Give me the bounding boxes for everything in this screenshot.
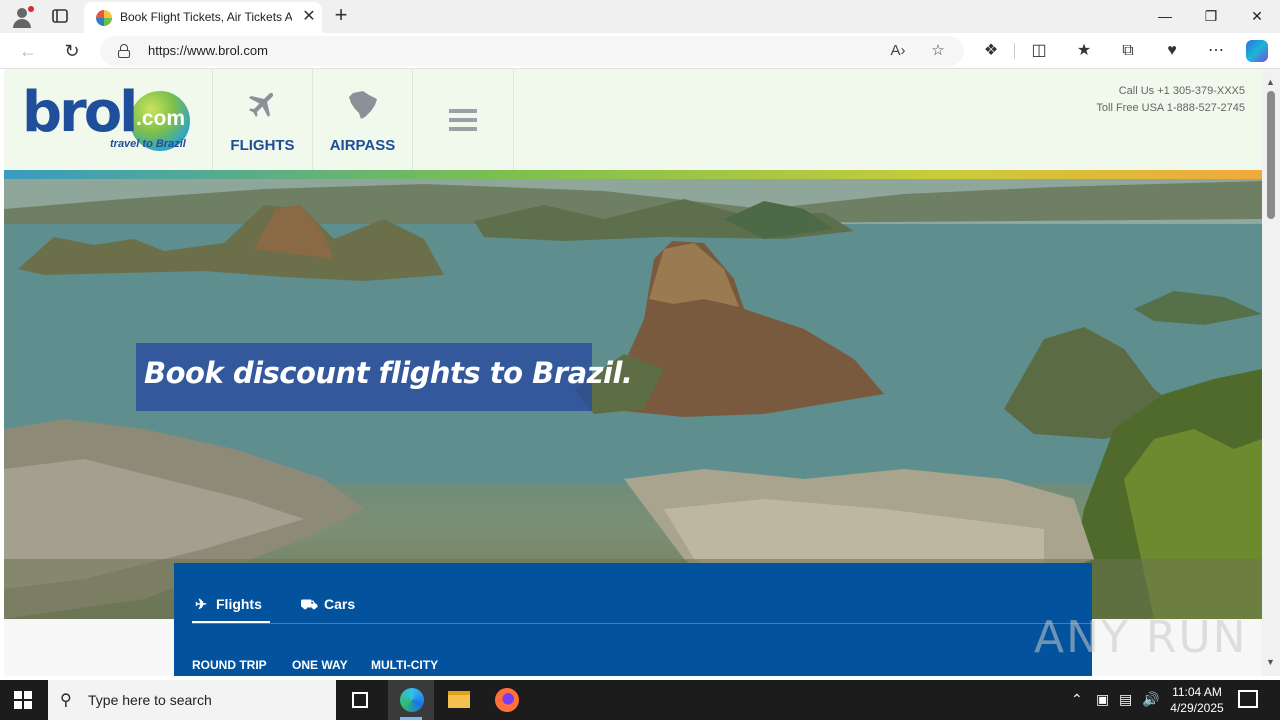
network-icon[interactable]: ▤ [1119,691,1132,708]
trip-multi-city[interactable]: MULTI-CITY [371,658,438,672]
browser-essentials-icon[interactable]: ♥ [1161,40,1183,62]
hero-headline-box: Book discount flights to Brazil. [136,343,633,411]
scrollbar-thumb[interactable] [1267,91,1275,219]
hero-headline: Book discount flights to Brazil. [144,356,633,390]
copilot-icon[interactable] [1246,40,1268,62]
browser-tab-bar: Book Flight Tickets, Air Tickets Ai ✕ + … [0,0,1280,33]
task-view-icon [352,692,368,708]
browser-toolbar: ← ↻ https://www.brol.com A› ☆ ❖ ◫ ★ ⧉ ♥ … [0,33,1280,69]
taskbar-search-placeholder: Type here to search [88,692,212,708]
car-icon: ⛟ [300,596,318,612]
taskbar-file-explorer[interactable] [436,680,482,720]
airplane-icon: ✈ [195,596,207,612]
lock-icon[interactable] [118,44,130,58]
volume-icon[interactable]: 🔊 [1142,691,1159,708]
trip-one-way[interactable]: ONE WAY [292,658,348,672]
taskbar-clock[interactable]: 11:04 AM 4/29/2025 [1160,684,1234,716]
window-minimize-button[interactable]: — [1150,4,1180,28]
tab-flights-label: Flights [216,596,262,612]
favorite-star-icon[interactable]: ☆ [928,41,948,61]
nav-airpass[interactable]: AIRPASS [312,69,412,170]
file-explorer-icon [448,691,470,708]
firefox-icon [495,688,519,712]
browser-tab-active[interactable]: Book Flight Tickets, Air Tickets Ai ✕ [84,2,322,33]
anyrun-watermark: ANY RUN [1034,612,1248,663]
tab-actions-icon[interactable] [50,6,70,26]
page-scrollbar[interactable]: ▲ ▼ [1262,69,1280,676]
tab-title: Book Flight Tickets, Air Tickets Ai [120,10,292,24]
brazil-map-icon [313,87,412,132]
tab-cars[interactable]: ⛟ Cars [300,591,370,623]
web-page-viewport: brol .com travel to Brazil FLIGHTS AIRPA… [4,69,1262,676]
edge-browser-icon [400,688,424,712]
collections-icon[interactable]: ⧉ [1117,40,1139,62]
extensions-icon[interactable]: ❖ [980,40,1002,62]
scroll-down-arrow-icon[interactable]: ▼ [1266,657,1275,667]
windows-taskbar: ⚲ Type here to search ⌃ ▣ ▤ 🔊 11:04 AM 4… [0,680,1280,720]
taskbar-edge[interactable] [388,680,434,720]
search-icon: ⚲ [60,692,72,709]
notification-center-icon[interactable] [1238,690,1258,708]
back-arrow-icon[interactable]: ← [17,40,39,62]
nav-airpass-label: AIRPASS [329,137,396,154]
logo-tagline: travel to Brazil [110,138,186,150]
profile-avatar-icon[interactable] [10,5,34,29]
favorites-icon[interactable]: ★ [1073,40,1095,62]
show-hidden-icons-chevron-icon[interactable]: ⌃ [1071,691,1083,708]
site-favicon-icon [96,10,112,26]
tab-close-icon[interactable]: ✕ [300,8,318,26]
nav-menu[interactable] [412,69,514,170]
airplane-icon [213,87,312,130]
toolbar-divider [1014,43,1015,59]
taskbar-search-box[interactable]: ⚲ Type here to search [48,680,336,720]
url-text[interactable]: https://www.brol.com [148,43,268,58]
site-header: brol .com travel to Brazil FLIGHTS AIRPA… [4,69,1262,170]
tab-cars-label: Cars [324,596,356,612]
trip-round-trip[interactable]: ROUND TRIP [192,658,267,672]
window-restore-button[interactable]: ❐ [1196,4,1226,28]
flight-search-panel: ✈ Flights ⛟ Cars ROUND TRIP ONE WAY MULTI-… [174,563,1092,676]
new-tab-button[interactable]: + [330,4,352,27]
call-us-text: Call Us +1 305-379-XXX5 [1118,85,1245,97]
more-options-icon[interactable]: ⋯ [1205,40,1227,62]
toll-free-text: Toll Free USA 1-888-527-2745 [1096,102,1245,114]
taskbar-firefox[interactable] [484,680,530,720]
search-tab-divider [192,623,1092,624]
nav-flights[interactable]: FLIGHTS [212,69,312,170]
clock-time: 11:04 AM [1172,685,1222,699]
hamburger-menu-icon[interactable] [449,109,477,131]
tab-flights[interactable]: ✈ Flights [192,591,270,623]
read-aloud-icon[interactable]: A› [888,41,908,61]
clock-date: 4/29/2025 [1170,701,1224,715]
brol-logo[interactable]: brol .com travel to Brazil [22,83,202,153]
contact-info: Call Us +1 305-379-XXX5 Toll Free USA 1-… [1096,83,1245,117]
address-bar[interactable]: https://www.brol.com A› ☆ [100,36,964,66]
logo-wordmark: brol [22,80,138,145]
nav-flights-label: FLIGHTS [230,137,295,154]
meet-now-icon[interactable]: ▣ [1096,691,1109,708]
logo-dotcom: .com [136,107,186,130]
split-screen-icon[interactable]: ◫ [1028,40,1050,62]
task-view-button[interactable] [336,680,382,720]
header-color-stripe [4,170,1262,179]
hero-image-rio: Book discount flights to Brazil. [4,179,1262,619]
windows-start-icon[interactable] [14,691,32,709]
window-close-button[interactable]: ✕ [1242,4,1272,28]
scroll-up-arrow-icon[interactable]: ▲ [1266,77,1275,87]
refresh-icon[interactable]: ↻ [61,40,83,62]
